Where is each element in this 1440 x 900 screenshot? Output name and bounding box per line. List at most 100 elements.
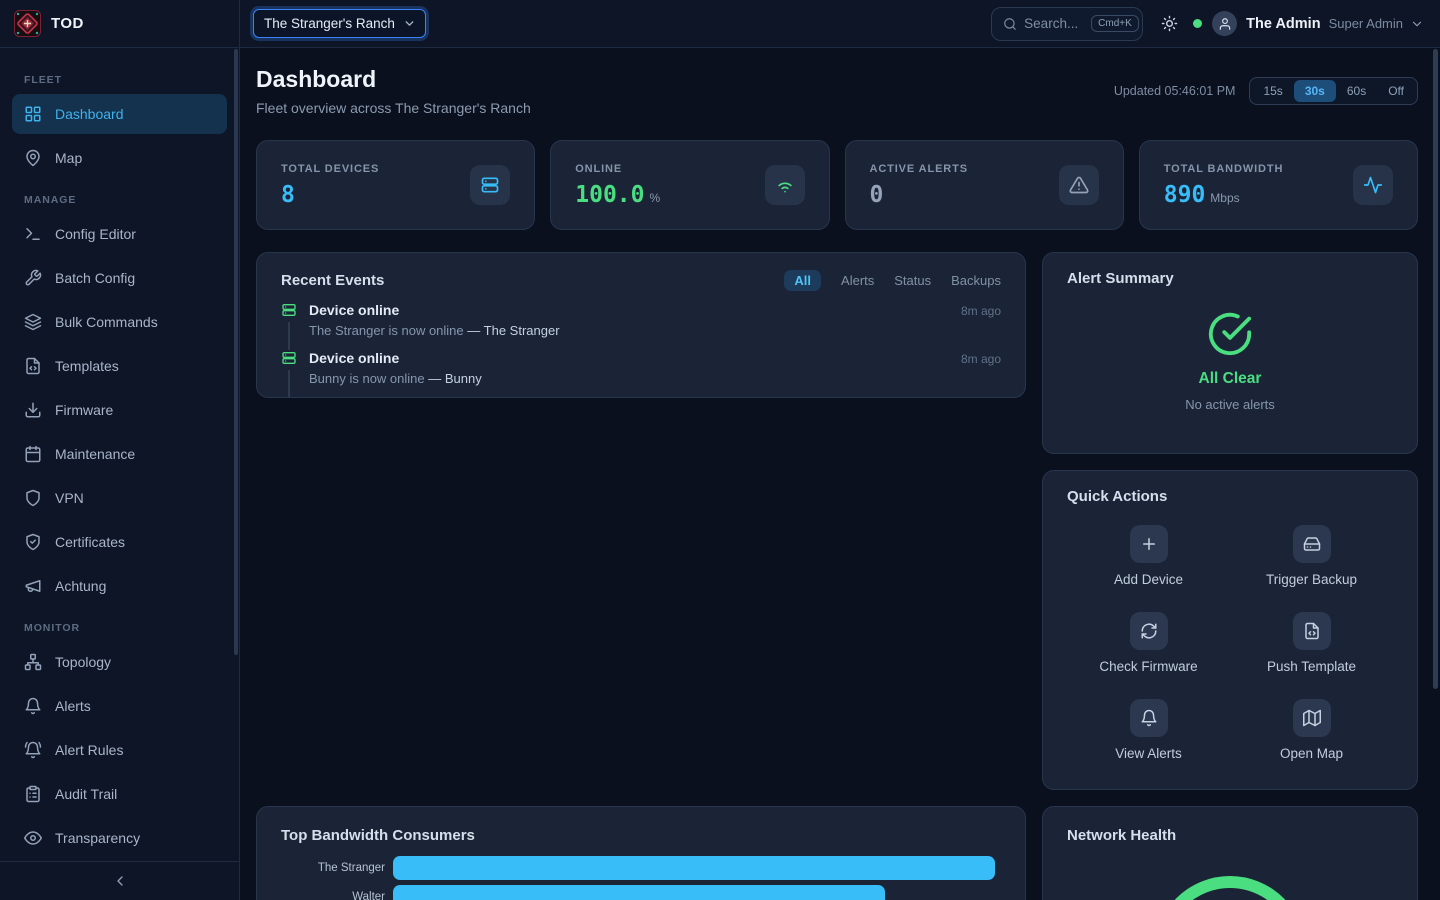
sidebar-item-maintenance[interactable]: Maintenance [12,434,227,474]
sidebar-item-alerts[interactable]: Alerts [12,686,227,726]
quick-actions-title: Quick Actions [1067,488,1167,505]
refresh-option-60s[interactable]: 60s [1336,80,1377,102]
chevron-down-icon [1410,17,1424,31]
refresh-option-off[interactable]: Off [1377,80,1415,102]
sidebar-item-templates[interactable]: Templates [12,346,227,386]
stat-value: 8 [281,182,295,208]
filter-tab-status[interactable]: Status [894,273,931,288]
theme-toggle-button[interactable] [1161,15,1178,32]
bandwidth-chart-card: Top Bandwidth Consumers The Stranger Wal… [256,806,1026,900]
updated-timestamp: Updated 05:46:01 PM [1114,84,1236,98]
sidebar-item-label: Dashboard [55,106,124,122]
sidebar-item-label: Templates [55,358,119,374]
activity-icon [1353,165,1393,205]
stat-card-total-devices: TOTAL DEVICES 8 [256,140,535,230]
open-map-button[interactable]: Open Map [1230,699,1393,761]
main-scrollbar-thumb[interactable] [1433,49,1438,689]
clipboard-list-icon [24,785,42,803]
sidebar-scrollbar[interactable] [234,49,238,894]
event-description-text: Bunny is now online [309,371,425,386]
file-code-icon [1293,612,1331,650]
bell-icon [1130,699,1168,737]
search-box[interactable]: Cmd+K [991,7,1143,41]
quick-actions-card: Quick Actions Add Device [1042,470,1418,790]
sidebar-item-label: Config Editor [55,226,136,242]
bandwidth-bar-row: Walter [281,885,1001,900]
hard-drive-icon [1293,525,1331,563]
timeline-line [288,322,290,350]
right-column: Alert Summary All Clear No active alerts… [1042,252,1418,790]
user-name: The Admin [1246,16,1320,32]
refresh-icon [1130,612,1168,650]
search-shortcut-badge: Cmd+K [1091,15,1139,32]
main-scrollbar[interactable] [1433,49,1438,898]
connection-status-dot [1193,19,1202,28]
event-filters: All Alerts Status Backups [784,270,1001,291]
sidebar-item-alert-rules[interactable]: Alert Rules [12,730,227,770]
sidebar-item-label: Topology [55,654,111,670]
site-selector[interactable]: The Stranger's Ranch [253,9,426,38]
stat-card-total-bandwidth: TOTAL BANDWIDTH 890 Mbps [1139,140,1418,230]
stat-value: 0 [870,182,884,208]
event-title: Device online [309,350,399,366]
search-input[interactable] [1024,16,1084,31]
bell-icon [24,697,42,715]
sun-icon [1161,15,1178,32]
filter-tab-all[interactable]: All [784,270,821,291]
site-selector-value: The Stranger's Ranch [264,16,395,31]
layout-grid-icon [24,105,42,123]
sidebar-item-topology[interactable]: Topology [12,642,227,682]
bar-label: Walter [281,891,393,900]
page-subtitle: Fleet overview across The Stranger's Ran… [256,100,531,116]
sidebar-item-bulk-commands[interactable]: Bulk Commands [12,302,227,342]
sidebar-item-config-editor[interactable]: Config Editor [12,214,227,254]
sidebar-collapse-button[interactable] [0,861,239,900]
view-alerts-button[interactable]: View Alerts [1067,699,1230,761]
refresh-option-30s[interactable]: 30s [1294,80,1336,102]
sidebar-item-achtung[interactable]: Achtung [12,566,227,606]
event-row: Device online 8m ago The Stranger is now… [281,302,1001,350]
shield-check-icon [24,533,42,551]
quick-action-label: Push Template [1267,659,1356,674]
stat-value: 100.0 [575,182,644,208]
sidebar-item-certificates[interactable]: Certificates [12,522,227,562]
add-device-button[interactable]: Add Device [1067,525,1230,587]
sidebar-item-label: Batch Config [55,270,135,286]
check-firmware-button[interactable]: Check Firmware [1067,612,1230,674]
event-title: Device online [309,302,399,318]
recent-events-title: Recent Events [281,272,384,289]
sidebar-item-audit-trail[interactable]: Audit Trail [12,774,227,814]
eye-icon [24,829,42,847]
download-icon [24,401,42,419]
push-template-button[interactable]: Push Template [1230,612,1393,674]
nav-section-fleet: FLEET [24,74,215,86]
sidebar-item-dashboard[interactable]: Dashboard [12,94,227,134]
stats-row: TOTAL DEVICES 8 ONLINE 100.0 [256,140,1418,230]
alert-summary-card: Alert Summary All Clear No active alerts [1042,252,1418,454]
sidebar-item-map[interactable]: Map [12,138,227,178]
check-circle-icon [1207,311,1253,357]
stat-label: TOTAL DEVICES [281,163,379,175]
sidebar-scrollbar-thumb[interactable] [234,49,238,655]
refresh-option-15s[interactable]: 15s [1252,80,1293,102]
user-menu[interactable]: The Admin Super Admin [1212,11,1424,36]
filter-tab-backups[interactable]: Backups [951,273,1001,288]
layers-icon [24,313,42,331]
alert-status-message: No active alerts [1185,397,1275,412]
dashboard-grid: Recent Events All Alerts Status Backups [256,252,1418,900]
bar-label: The Stranger [281,862,393,874]
filter-tab-alerts[interactable]: Alerts [841,273,874,288]
terminal-icon [24,225,42,243]
timeline-line [288,370,290,398]
sidebar-item-transparency[interactable]: Transparency [12,818,227,858]
app-root: TOD FLEET Dashboard Map MANAGE [0,0,1440,900]
sidebar-nav: FLEET Dashboard Map MANAGE Config Editor [0,48,239,861]
sidebar-item-batch-config[interactable]: Batch Config [12,258,227,298]
sidebar-item-firmware[interactable]: Firmware [12,390,227,430]
stat-suffix: % [650,191,661,205]
alert-status-text: All Clear [1199,370,1262,388]
sidebar-item-label: Alerts [55,698,91,714]
quick-action-label: View Alerts [1115,746,1182,761]
sidebar-item-vpn[interactable]: VPN [12,478,227,518]
trigger-backup-button[interactable]: Trigger Backup [1230,525,1393,587]
